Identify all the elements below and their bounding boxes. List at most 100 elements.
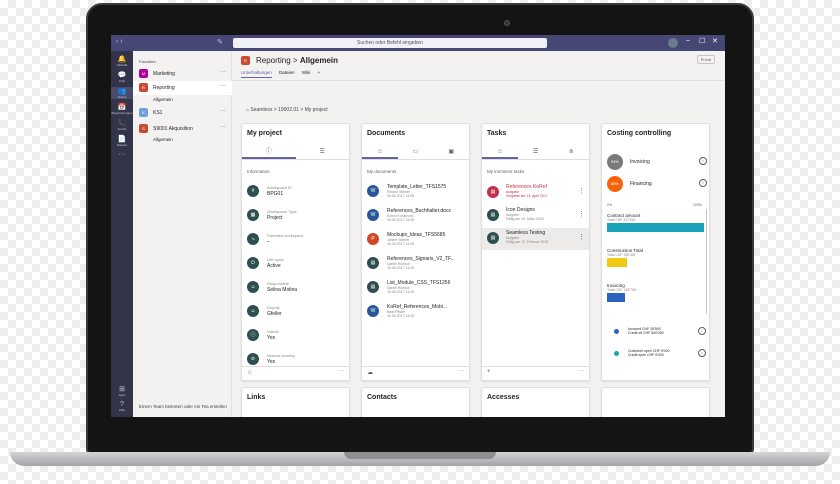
section-label: Information — [247, 169, 270, 174]
screen: ‹ › ✎ Suchen oder Befehl eingeben – ☐ ✕ … — [111, 35, 725, 417]
cloud-icon[interactable]: ☁ — [367, 369, 373, 376]
sharepoint-tab-icon[interactable]: ▣ — [433, 146, 469, 159]
more-options-icon[interactable]: ··· — [338, 368, 344, 374]
info-icon: ⓘ — [247, 329, 259, 341]
legend-dot — [614, 351, 619, 356]
person-tab-icon[interactable]: ☺ — [362, 146, 398, 159]
channel-allgemein[interactable]: Allgemein — [153, 137, 173, 142]
bar-fill — [607, 223, 704, 232]
more-options-icon[interactable]: ⋮ — [578, 187, 585, 195]
card-title: Documents — [367, 130, 406, 137]
grid-icon: ▦ — [247, 209, 259, 221]
more-options-icon[interactable]: ··· — [220, 108, 226, 114]
power-icon: ⏻ — [247, 257, 259, 269]
prop-workspace-id: # Workspace ID BPG01 — [247, 183, 347, 205]
rail-help[interactable]: ? Hilfe — [111, 401, 133, 412]
info-tab-icon[interactable]: ⓘ — [242, 146, 296, 159]
rail-teams[interactable]: 👥 Teams — [111, 87, 133, 99]
search-input[interactable]: Suchen oder Befehl eingeben — [233, 38, 547, 48]
hierarchy-tab-icon[interactable]: ⋔ — [553, 146, 589, 159]
tab-dateien[interactable]: Dateien — [279, 70, 295, 75]
title-bar: ‹ › ✎ Suchen oder Befehl eingeben – ☐ ✕ — [111, 35, 725, 51]
channel-allgemein[interactable]: Allgemein — [153, 97, 173, 102]
join-team-link[interactable]: Einem Team beitreten oder ein Tea erstel… — [139, 404, 231, 409]
tab-unterhaltungen[interactable]: Unterhaltungen — [241, 70, 272, 78]
legend-invoiced: Invoiced CHF 28'593 Credit off CHF 500'00… — [614, 326, 706, 338]
construction-total-bar: Construction Total Total CHF 350'351 — [607, 248, 707, 267]
chat-icon: 💬 — [117, 72, 127, 79]
compose-icon[interactable]: ✎ — [217, 38, 223, 46]
info-icon[interactable]: i — [699, 179, 707, 187]
share-icon: ⊘ — [247, 353, 259, 365]
rail-calls[interactable]: 📞 Anrufe — [111, 119, 133, 131]
tab-wiki[interactable]: Wiki — [302, 70, 311, 75]
info-icon[interactable]: i — [699, 157, 707, 165]
rail-more[interactable]: ··· — [111, 151, 133, 158]
add-tab-button[interactable]: + — [318, 70, 321, 75]
rail-activity[interactable]: 🔔 Aktivität — [111, 55, 133, 67]
person-icon: ☺ — [247, 281, 259, 293]
team-ks1[interactable]: K KS1 ··· — [133, 106, 232, 120]
rail-chat[interactable]: 💬 Chat — [111, 71, 133, 83]
folder-tab-icon[interactable]: ▭ — [398, 146, 434, 159]
team-marketing[interactable]: M Marketing ··· — [133, 67, 232, 81]
prop-parented-workspace: ⤷ Parented workspace – — [247, 231, 347, 253]
card-footer: ☆ ··· — [242, 366, 349, 380]
file-icon: 📄 — [117, 136, 127, 143]
task-item[interactable]: ▤ Icon Designs Aufgabe Fällig am 29. März 2… — [482, 205, 589, 227]
document-item[interactable]: W KoRef_References_Mobi... Beat Pfister 30.… — [367, 303, 467, 325]
clipboard-icon: ▤ — [487, 209, 499, 221]
avatar[interactable] — [668, 38, 678, 48]
info-icon[interactable]: i — [698, 349, 706, 357]
document-item[interactable]: ▤ List_Module_CSS_TFS1256 Daniel Rüesch 30.… — [367, 279, 467, 301]
more-options-icon[interactable]: ⋮ — [578, 210, 585, 218]
nav-arrows-icon[interactable]: ‹ › — [116, 38, 123, 45]
document-item[interactable]: W References_Buchhalter.docx Edwin Kohlbru… — [367, 207, 467, 229]
info-icon[interactable]: i — [698, 327, 706, 335]
calendar-icon: 📅 — [117, 104, 127, 111]
channel-header: R Reporting > Allgemein Unterhaltungen D… — [232, 51, 725, 81]
accesses-card: Accesses — [481, 387, 590, 417]
task-item[interactable]: ▤ References KoRef Aufgabe Vergallet am 14.… — [482, 182, 589, 204]
rail-apps[interactable]: ⊞ Apps — [111, 385, 133, 397]
more-options-icon[interactable]: ··· — [220, 69, 226, 75]
channel-title: Reporting > Allgemein — [256, 56, 339, 65]
axis-min: 0% — [607, 203, 613, 207]
private-badge: Privat — [696, 55, 715, 64]
bar-fill — [607, 258, 627, 267]
clipboard-icon: ▤ — [487, 232, 499, 244]
app-rail: 🔔 Aktivität 💬 Chat 👥 Teams 📅 Besprechungen 📞… — [111, 51, 133, 417]
document-item[interactable]: ▤ References_Signaris_V2_TF... Daniel Rües… — [367, 255, 467, 277]
more-options-icon[interactable]: ··· — [578, 368, 584, 374]
more-options-icon[interactable]: ⋮ — [578, 233, 585, 241]
minimize-button[interactable]: – — [686, 37, 690, 44]
costing-card: Costing controlling 94% Invoicing i 85% Fin… — [601, 123, 710, 381]
invoicing-percent: 94% — [607, 154, 623, 170]
maximize-button[interactable]: ☐ — [699, 37, 705, 45]
bar-fill — [607, 293, 625, 302]
star-icon[interactable]: ☆ — [247, 369, 252, 376]
list-tab-icon[interactable]: ☰ — [296, 146, 350, 159]
more-options-icon[interactable]: ··· — [220, 83, 226, 89]
close-button[interactable]: ✕ — [712, 37, 718, 45]
rail-meetings[interactable]: 📅 Besprechungen — [111, 103, 133, 115]
more-options-icon[interactable]: ··· — [458, 368, 464, 374]
section-label: My imminent tasks — [487, 169, 525, 174]
phone-icon: 📞 — [117, 120, 127, 127]
list-tab-icon[interactable]: ☰ — [518, 146, 554, 159]
my-project-card: My project ⓘ ☰ Information # Workspace ID B… — [241, 123, 350, 381]
team-reporting[interactable]: R Reporting ··· — [133, 81, 232, 95]
teams-icon: 👥 — [117, 88, 127, 95]
document-item[interactable]: P Mockups_Ideas_TFS5685 Janine Steiner 30.0… — [367, 231, 467, 253]
team-avatar: M — [139, 69, 148, 78]
add-task-button[interactable]: + — [487, 369, 491, 375]
person-tab-icon[interactable]: ☺ — [482, 146, 518, 159]
rail-files[interactable]: 📄 Dateien — [111, 135, 133, 147]
prop-life-cycle: ⏻ Life cycle Active — [247, 255, 347, 277]
document-item[interactable]: W Template_Letter_TFS1575 Roland Steiner 30… — [367, 183, 467, 205]
task-item[interactable]: ▤ Seamless Testing Aufgabe Fällig am 12. Fe… — [482, 228, 589, 250]
team-akquisition[interactable]: S S9001 Akquisition ··· — [133, 122, 232, 136]
axis-max: 100% — [693, 203, 702, 207]
more-options-icon[interactable]: ··· — [220, 124, 226, 130]
team-avatar: R — [241, 56, 250, 65]
